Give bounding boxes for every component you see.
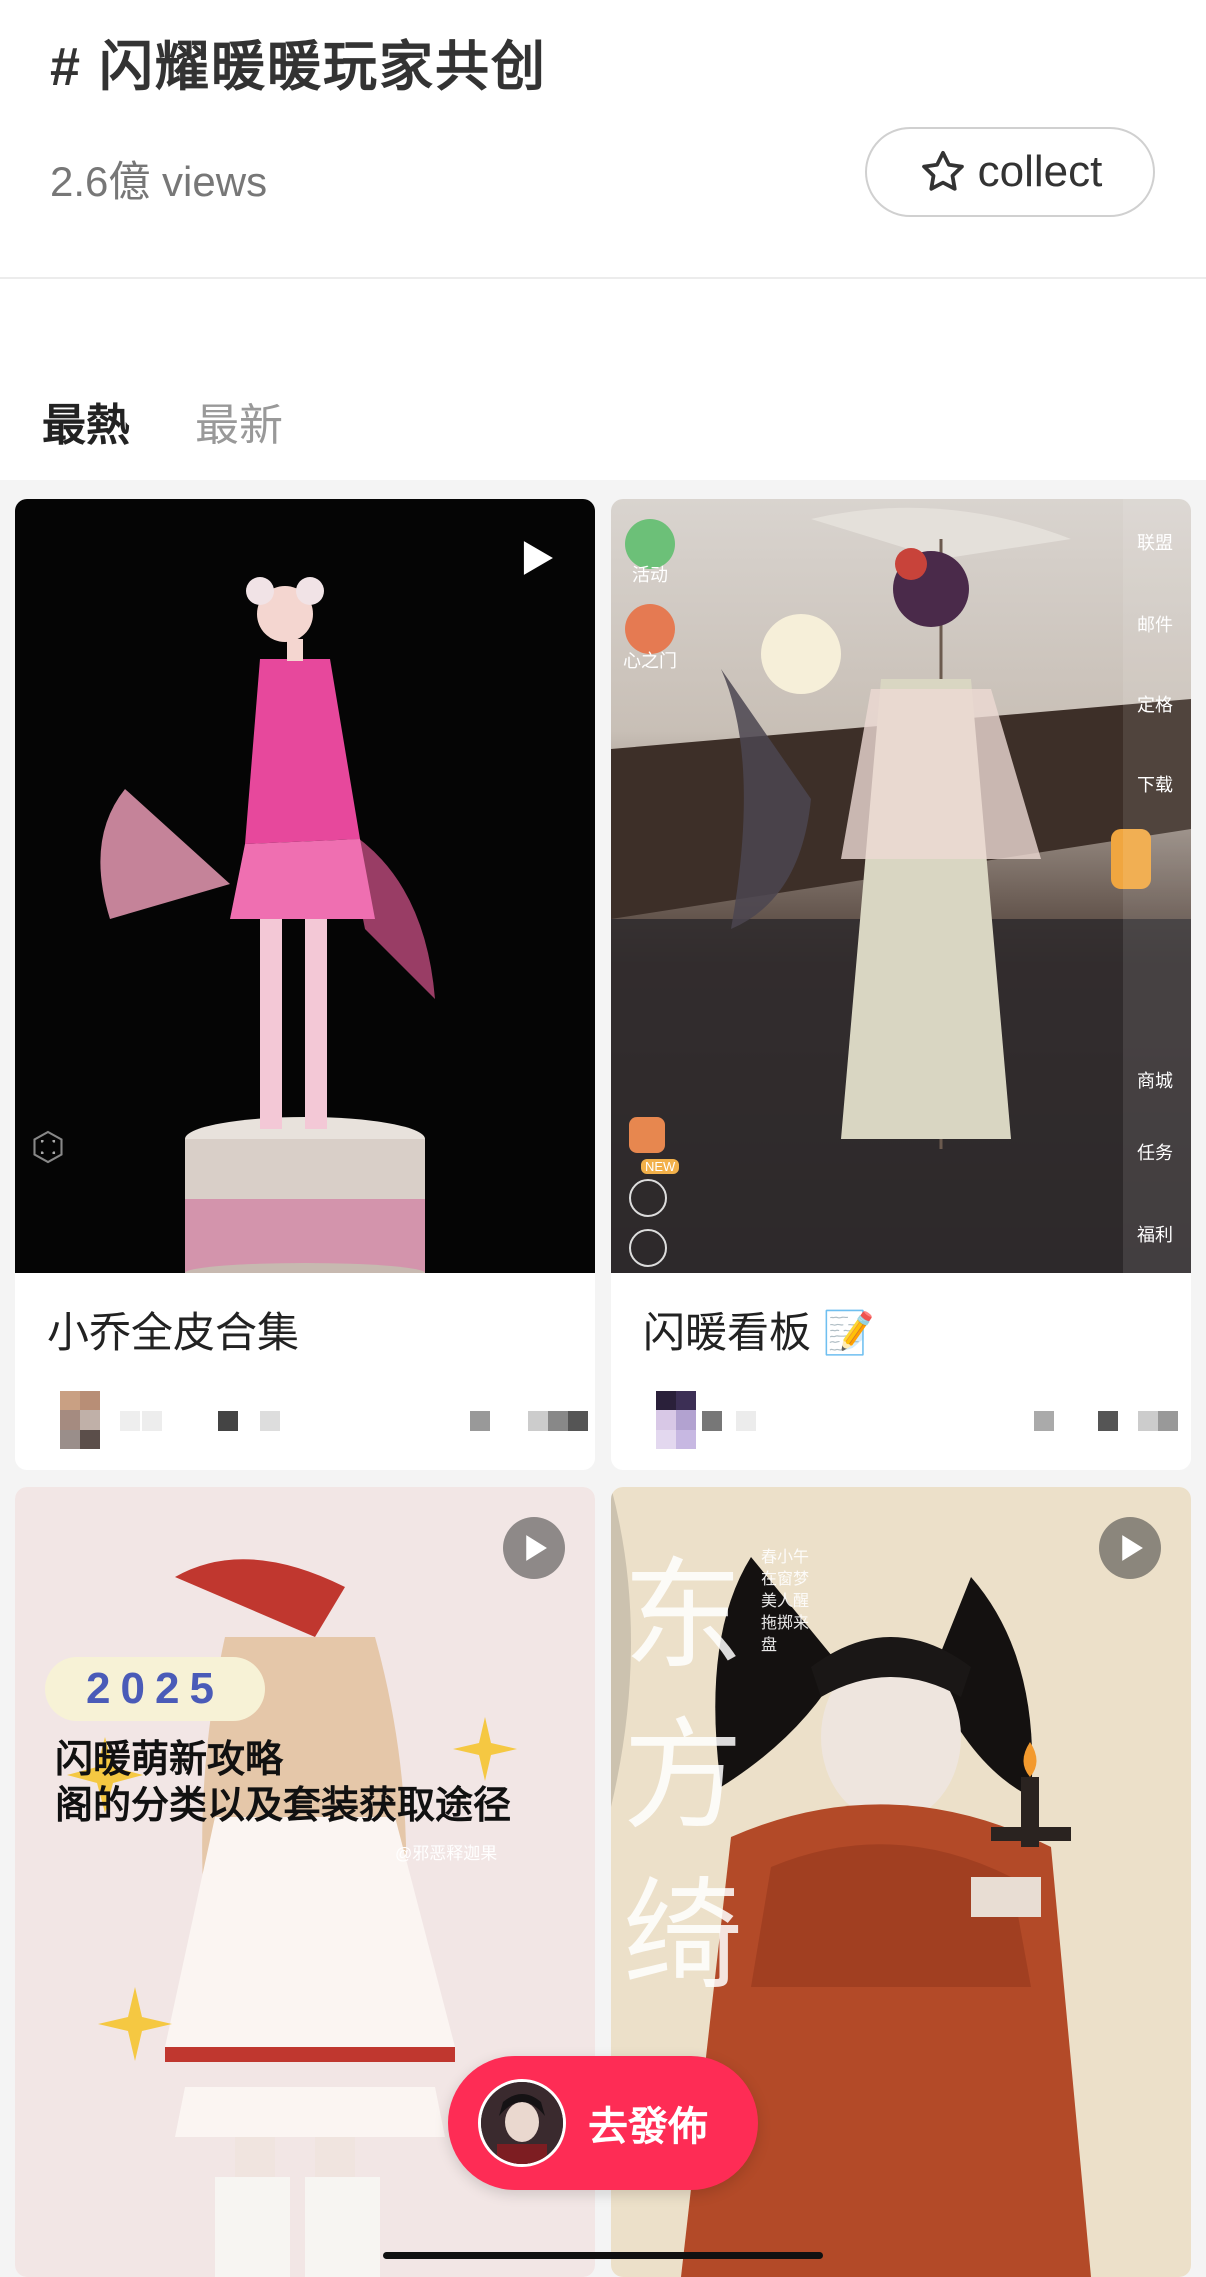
tab-hot[interactable]: 最熱 (42, 389, 130, 453)
post-thumbnail[interactable] (15, 499, 595, 1273)
play-circle-icon (1099, 1517, 1161, 1579)
poem-line: 盘 (761, 1637, 778, 1654)
bag-icon[interactable] (629, 1179, 667, 1217)
game-screenshot-image (611, 507, 1191, 1273)
game-right-menu: 联盟 邮件 定格 下载 商城 任务 福利 (1123, 499, 1191, 1273)
notification-icon[interactable] (629, 1117, 665, 1153)
author-name-placeholder (120, 1411, 140, 1431)
poem-line: 拖掷来 (761, 1615, 810, 1632)
topic-header: # 闪耀暖暖玩家共创 2.6億 views collect (0, 0, 1206, 279)
poster-poem: 春小午 在窗梦 美人醒 拖掷来 盘 (761, 1547, 809, 1657)
calligraphy-char: 东 (623, 1547, 743, 1686)
collect-button[interactable]: collect (865, 127, 1155, 217)
menu-label[interactable]: 定格 (1123, 691, 1187, 717)
new-badge: NEW (641, 1159, 680, 1174)
author-row[interactable] (656, 1389, 1178, 1449)
poem-line: 春小午 (761, 1549, 810, 1566)
topic-title: # 闪耀暖暖玩家共创 (50, 37, 548, 97)
menu-label: 心之门 (623, 651, 677, 671)
view-count: 2.6億 views (50, 158, 268, 205)
poster-year-badge: 2025 (45, 1657, 265, 1721)
menu-label[interactable]: 商城 (1123, 1067, 1187, 1093)
collect-label: collect (977, 147, 1103, 196)
poster-headline: 闪暖萌新攻略 阁的分类以及套装获取途径 (55, 1737, 511, 1829)
star-icon (921, 150, 964, 191)
user-avatar (478, 2079, 566, 2167)
home-indicator (383, 2252, 823, 2259)
poem-line: 在窗梦 (761, 1571, 810, 1588)
publish-label: 去發佈 (588, 2105, 708, 2149)
sort-tabs: 最熱 最新 (0, 279, 1206, 480)
calligraphy-char: 方 (623, 1707, 743, 1846)
menu-label[interactable]: 下载 (1123, 771, 1187, 797)
character-figure-image (100, 577, 435, 1273)
menu-label[interactable]: 邮件 (1123, 611, 1187, 637)
menu-label[interactable]: 任务 (1123, 1139, 1187, 1165)
avatar[interactable] (60, 1391, 100, 1449)
poster-calligraphy: 东 方 绮 (623, 1537, 753, 2017)
post-card[interactable]: 活动 心之门 NEW 联盟 邮件 定格 下载 商城 任务 福利 闪暖看板 📝 (611, 499, 1191, 1470)
poem-line: 美人醒 (761, 1593, 810, 1610)
menu-label[interactable]: 联盟 (1123, 529, 1187, 555)
menu-label[interactable]: 福利 (1123, 1221, 1187, 1247)
fullscreen-icon[interactable] (30, 1129, 66, 1165)
avatar[interactable] (656, 1391, 696, 1449)
tab-latest[interactable]: 最新 (195, 389, 283, 453)
play-circle-icon (503, 1517, 565, 1579)
publish-button[interactable]: 去發佈 (448, 2056, 758, 2190)
chat-icon[interactable] (629, 1229, 667, 1267)
post-thumbnail[interactable]: 活动 心之门 NEW 联盟 邮件 定格 下载 商城 任务 福利 (611, 499, 1191, 1273)
poster-line: 闪暖萌新攻略 (55, 1739, 284, 1781)
post-title[interactable]: 闪暖看板 📝 (643, 1299, 875, 1360)
poster-line: 阁的分类以及套装获取途径 (55, 1785, 512, 1827)
poster-credit: @邪恶释迦果 (395, 1844, 498, 1863)
menu-label: 活动 (632, 565, 668, 585)
calligraphy-char: 绮 (623, 1867, 743, 2006)
post-title[interactable]: 小乔全皮合集 (47, 1299, 299, 1360)
like-count-placeholder (470, 1411, 490, 1431)
author-row[interactable] (60, 1389, 588, 1449)
play-icon (523, 541, 553, 575)
post-card[interactable]: 小乔全皮合集 (15, 499, 595, 1470)
